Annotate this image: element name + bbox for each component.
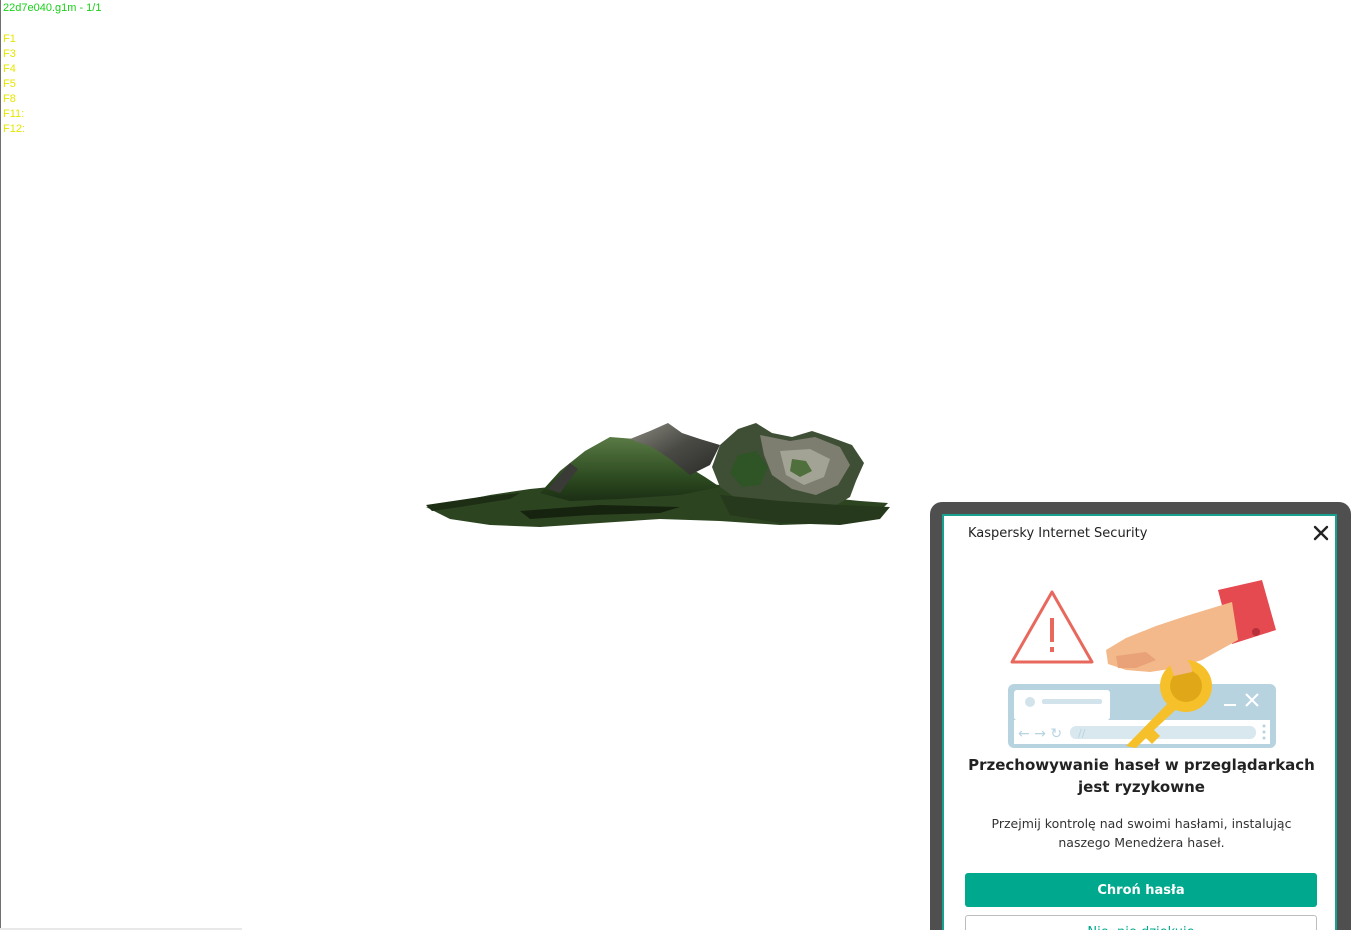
- svg-text://: //: [1078, 727, 1086, 740]
- password-illustration: ← → ↻ //: [1008, 580, 1276, 748]
- function-key-f12: F12:: [3, 123, 26, 135]
- function-key-f4: F4: [3, 63, 16, 75]
- popup-heading: Przechowywanie haseł w przeglądarkach je…: [968, 756, 1315, 796]
- svg-text:← → ↻: ← → ↻: [1018, 726, 1062, 742]
- kaspersky-notification: Kaspersky Internet Security ← → ↻ // Prz…: [942, 514, 1337, 930]
- terrain-model[interactable]: [420, 415, 900, 535]
- protect-passwords-button[interactable]: Chroń hasła: [965, 873, 1317, 907]
- warning-triangle-icon: [1010, 590, 1094, 664]
- product-name: Kaspersky Internet Security: [968, 526, 1148, 541]
- function-key-f8: F8: [3, 93, 16, 105]
- function-key-f5: F5: [3, 78, 16, 90]
- decline-button[interactable]: Nie, nie dziękuję: [965, 915, 1317, 930]
- close-icon[interactable]: [1310, 522, 1332, 544]
- function-key-f3: F3: [3, 48, 16, 60]
- function-key-f11: F11:: [3, 108, 25, 120]
- function-key-list: F1 F3 F4 F5 F8 F11: F12:: [3, 32, 25, 137]
- popup-description: Przejmij kontrolę nad swoimi hasłami, in…: [991, 816, 1292, 850]
- function-key-f1: F1: [3, 33, 16, 45]
- model-viewer-canvas[interactable]: 22d7e040.g1m - 1/1 F1 F3 F4 F5 F8 F11: F…: [0, 0, 1354, 930]
- window-edge: [0, 0, 1, 930]
- model-file-title: 22d7e040.g1m - 1/1: [3, 2, 102, 14]
